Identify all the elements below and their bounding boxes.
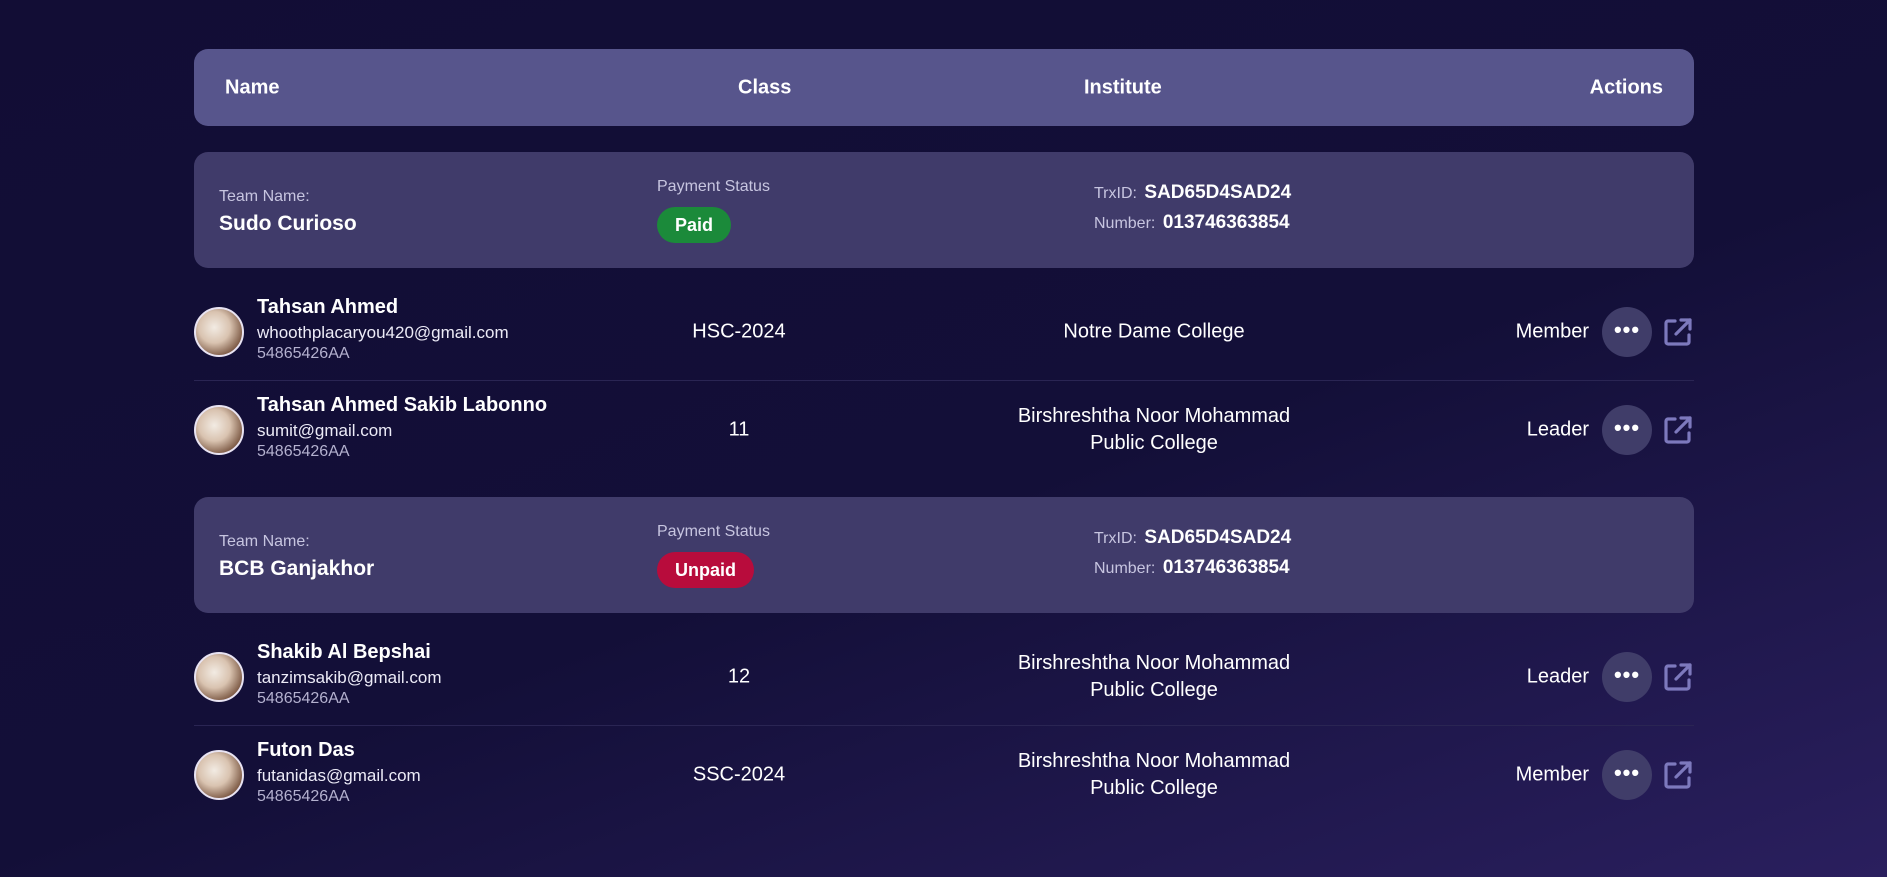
trx-id: TrxID: SAD65D4SAD24: [1094, 182, 1291, 204]
more-options-button[interactable]: •••: [1602, 404, 1652, 455]
team-name-label: Team Name:: [219, 533, 310, 550]
member-role: Leader: [1526, 665, 1589, 687]
institute-line: Birshreshtha Noor Mohammad: [1017, 749, 1291, 772]
payment-number-label: Number:: [1094, 215, 1156, 232]
member-id: 54865426AA: [257, 690, 350, 707]
member-id: 54865426AA: [257, 443, 350, 460]
member-id: 54865426AA: [257, 345, 350, 362]
external-link-icon[interactable]: [1662, 414, 1694, 446]
column-header-actions: Actions: [1589, 76, 1663, 98]
payment-number: Number: 013746363854: [1094, 212, 1290, 234]
external-link-icon[interactable]: [1662, 316, 1694, 348]
column-header-institute: Institute: [1084, 76, 1162, 98]
member-role: Member: [1515, 763, 1589, 785]
member-institute: Birshreshtha Noor Mohammad Public Colleg…: [974, 403, 1334, 457]
member-class: 11: [728, 418, 750, 440]
payment-number-label: Number:: [1094, 560, 1156, 577]
member-institute: Birshreshtha Noor Mohammad Public Colleg…: [974, 650, 1334, 704]
member-institute: Notre Dame College: [974, 318, 1334, 345]
more-horizontal-icon: •••: [1613, 759, 1641, 785]
avatar: [194, 652, 244, 702]
external-link-icon[interactable]: [1662, 661, 1694, 693]
institute-line: Public College: [1090, 431, 1218, 454]
more-options-button[interactable]: •••: [1602, 651, 1652, 702]
member-class: 12: [727, 665, 751, 687]
institute-line: Birshreshtha Noor Mohammad: [1017, 404, 1291, 427]
column-header-name: Name: [225, 76, 280, 98]
payment-number-value: 013746363854: [1162, 212, 1290, 233]
team-block: Team Name: Sudo Curioso Payment Status P…: [194, 152, 1694, 478]
member-institute: Birshreshtha Noor Mohammad Public Colleg…: [974, 748, 1334, 802]
member-class: SSC-2024: [692, 763, 786, 785]
member-row: Futon Das futanidas@gmail.com 54865426AA…: [194, 726, 1694, 823]
trx-id-label: TrxID:: [1094, 185, 1137, 202]
member-role: Member: [1515, 320, 1589, 342]
payment-status-label: Payment Status: [657, 523, 770, 540]
avatar: [194, 307, 244, 357]
member-email: tanzimsakib@gmail.com: [257, 668, 442, 687]
team-name: BCB Ganjakhor: [219, 557, 375, 580]
member-email: futanidas@gmail.com: [257, 766, 421, 785]
trx-id-value: SAD65D4SAD24: [1144, 527, 1292, 548]
more-horizontal-icon: •••: [1613, 414, 1641, 440]
institute-line: Notre Dame College: [1063, 320, 1245, 342]
member-name: Tahsan Ahmed: [257, 296, 399, 318]
member-name: Shakib Al Bepshai: [257, 641, 431, 663]
payment-status-label: Payment Status: [657, 178, 770, 195]
member-email: sumit@gmail.com: [257, 421, 393, 440]
trx-id-label: TrxID:: [1094, 530, 1137, 547]
payment-number-value: 013746363854: [1162, 557, 1290, 578]
avatar: [194, 405, 244, 455]
member-row: Tahsan Ahmed Sakib Labonno sumit@gmail.c…: [194, 381, 1694, 478]
team-name-label: Team Name:: [219, 188, 310, 205]
team-card: Team Name: Sudo Curioso Payment Status P…: [194, 152, 1694, 268]
member-row: Shakib Al Bepshai tanzimsakib@gmail.com …: [194, 628, 1694, 726]
team-block: Team Name: BCB Ganjakhor Payment Status …: [194, 497, 1694, 823]
more-horizontal-icon: •••: [1613, 316, 1641, 342]
member-email: whoothplacaryou420@gmail.com: [257, 323, 509, 342]
member-row: Tahsan Ahmed whoothplacaryou420@gmail.co…: [194, 283, 1694, 381]
member-class: HSC-2024: [692, 320, 786, 342]
institute-line: Public College: [1090, 678, 1218, 701]
payment-status-badge: Paid: [657, 207, 732, 243]
team-name: Sudo Curioso: [219, 212, 357, 235]
member-name: Futon Das: [257, 739, 355, 761]
member-name: Tahsan Ahmed Sakib Labonno: [257, 394, 548, 416]
more-horizontal-icon: •••: [1613, 661, 1641, 687]
registrations-table: Name Class Institute Actions Team Name: …: [194, 49, 1694, 823]
team-card: Team Name: BCB Ganjakhor Payment Status …: [194, 497, 1694, 613]
more-options-button[interactable]: •••: [1602, 749, 1652, 800]
institute-line: Birshreshtha Noor Mohammad: [1017, 651, 1291, 674]
avatar: [194, 750, 244, 800]
payment-number: Number: 013746363854: [1094, 557, 1290, 579]
payment-status-badge: Unpaid: [657, 552, 754, 588]
more-options-button[interactable]: •••: [1602, 306, 1652, 357]
trx-id: TrxID: SAD65D4SAD24: [1094, 527, 1291, 549]
institute-line: Public College: [1090, 776, 1218, 799]
column-header-class: Class: [738, 76, 792, 98]
external-link-icon[interactable]: [1662, 759, 1694, 791]
member-id: 54865426AA: [257, 788, 350, 805]
member-role: Leader: [1526, 418, 1589, 440]
table-header: Name Class Institute Actions: [194, 49, 1694, 126]
trx-id-value: SAD65D4SAD24: [1144, 182, 1292, 203]
